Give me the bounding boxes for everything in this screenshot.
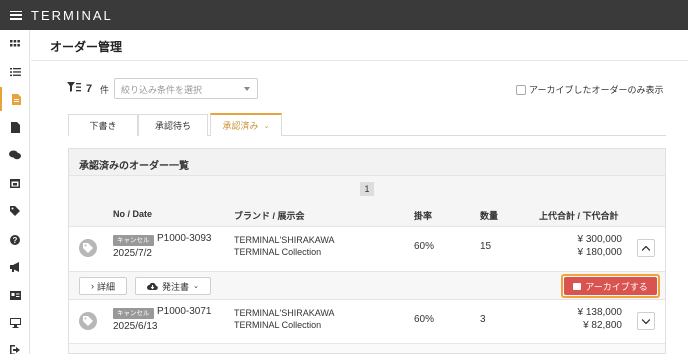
tab-draft-label: 下書き [89, 121, 117, 131]
order-brand: TERMINAL'SHIRAKAWA [234, 235, 335, 245]
chat-icon[interactable] [0, 143, 30, 167]
filter-placeholder: 絞り込み条件を選択 [121, 85, 203, 95]
col-rate: 掛率 [414, 211, 433, 221]
col-no-date: No / Date [113, 209, 153, 219]
order-rate: 60% [414, 241, 435, 252]
order-number: P1000-3093 [157, 233, 212, 244]
id-card-icon[interactable] [0, 283, 30, 307]
detail-button[interactable]: › 詳細 [79, 277, 127, 295]
grid-icon[interactable] [0, 32, 30, 56]
cloud-download-icon [147, 282, 158, 290]
title-divider [31, 60, 688, 61]
page-title: オーダー管理 [50, 40, 123, 54]
logout-icon[interactable] [0, 338, 30, 354]
main-content: オーダー管理 7 件 絞り込み条件を選択 アーカイブしたオーダーのみ表示 下書き… [31, 30, 688, 354]
order-form-label: 発注書 [162, 281, 190, 292]
approved-orders-panel: 承認済みのオーダー一覧 1 No / Date ブランド / 展示会 掛率 数量… [68, 148, 666, 354]
order-number: P1000-3071 [157, 306, 212, 317]
panel-header: 承認済みのオーダー一覧 [69, 149, 665, 176]
order-date: 2025/6/13 [113, 321, 158, 332]
filter-icon[interactable] [67, 82, 81, 93]
archive-button-label: アーカイブする [585, 281, 648, 292]
next-row-edge [69, 343, 665, 353]
document-icon[interactable] [0, 115, 30, 139]
order-rate: 60% [414, 314, 435, 325]
tag-icon[interactable] [0, 199, 30, 223]
result-count-unit: 件 [100, 85, 110, 95]
table-row[interactable]: キャンセル P1000-3071 2025/6/13 TERMINAL'SHIR… [69, 299, 665, 343]
order-qty: 15 [480, 241, 492, 252]
row-actions: › 詳細 発注書 ⌄ アーカイブする [69, 271, 665, 299]
archive-only-label: アーカイブしたオーダーのみ表示 [529, 85, 664, 95]
archive-only-toggle[interactable]: アーカイブしたオーダーのみ表示 [516, 83, 663, 96]
archive-box-icon [573, 282, 582, 290]
megaphone-icon[interactable] [0, 255, 30, 279]
archive-only-checkbox[interactable] [516, 84, 526, 95]
help-icon[interactable]: ? [0, 228, 30, 252]
col-total: 上代合計 / 下代合計 [539, 211, 619, 221]
order-exhibition: TERMINAL Collection [234, 247, 322, 257]
detail-button-label: 詳細 [96, 281, 115, 292]
chevron-right-icon: › [90, 281, 94, 291]
checklist-icon[interactable] [0, 60, 30, 84]
calendar-icon[interactable] [0, 171, 30, 195]
page-1-button[interactable]: 1 [360, 182, 374, 196]
order-form-dropdown[interactable]: 発注書 ⌄ [135, 277, 211, 295]
col-brand: ブランド / 展示会 [234, 211, 305, 221]
table-header: No / Date ブランド / 展示会 掛率 数量 上代合計 / 下代合計 [69, 203, 665, 227]
order-qty: 3 [480, 314, 486, 325]
status-badge: キャンセル [113, 308, 154, 319]
tag-icon [79, 239, 97, 257]
order-doc-icon[interactable] [0, 87, 30, 111]
brand-logo: TERMINAL [31, 7, 113, 23]
pagination: 1 [69, 176, 665, 203]
retail-total: ¥ 300,000 [577, 234, 623, 245]
chevron-up-icon [642, 245, 650, 251]
status-tabs: 下書き 承認待ち 承認済み ⌄ [68, 113, 666, 136]
collapse-row-button[interactable] [637, 239, 655, 257]
archive-button-highlight: アーカイブする [561, 274, 660, 298]
tag-icon [79, 312, 97, 330]
archive-button[interactable]: アーカイブする [564, 277, 657, 295]
wholesale-total: ¥ 82,800 [583, 320, 622, 331]
expand-row-button[interactable] [637, 312, 655, 330]
retail-total: ¥ 138,000 [577, 307, 623, 318]
table-row[interactable]: キャンセル P1000-3093 2025/7/2 TERMINAL'SHIRA… [69, 227, 665, 271]
filter-select[interactable]: 絞り込み条件を選択 [114, 78, 258, 99]
tab-draft[interactable]: 下書き [68, 114, 138, 136]
col-qty: 数量 [480, 211, 499, 221]
wholesale-total: ¥ 180,000 [577, 247, 623, 258]
caret-down-icon [244, 87, 250, 91]
order-brand: TERMINAL'SHIRAKAWA [234, 308, 335, 318]
chevron-down-icon: ⌄ [193, 283, 199, 290]
tab-approved-label: 承認済み [222, 121, 259, 131]
tab-pending-label: 承認待ち [154, 121, 191, 131]
tab-pending[interactable]: 承認待ち [138, 114, 208, 136]
menu-icon[interactable] [10, 10, 22, 20]
sidebar: ? [0, 30, 30, 354]
result-count: 7 [86, 83, 93, 95]
top-bar: TERMINAL [0, 0, 688, 30]
chevron-down-icon [642, 318, 650, 324]
order-date: 2025/7/2 [113, 248, 152, 259]
order-exhibition: TERMINAL Collection [234, 320, 322, 330]
monitor-icon[interactable] [0, 311, 30, 335]
chevron-down-icon: ⌄ [263, 122, 270, 130]
tab-approved[interactable]: 承認済み ⌄ [210, 113, 282, 136]
status-badge: キャンセル [113, 235, 154, 246]
svg-text:?: ? [13, 236, 18, 245]
panel-title: 承認済みのオーダー一覧 [79, 161, 189, 172]
